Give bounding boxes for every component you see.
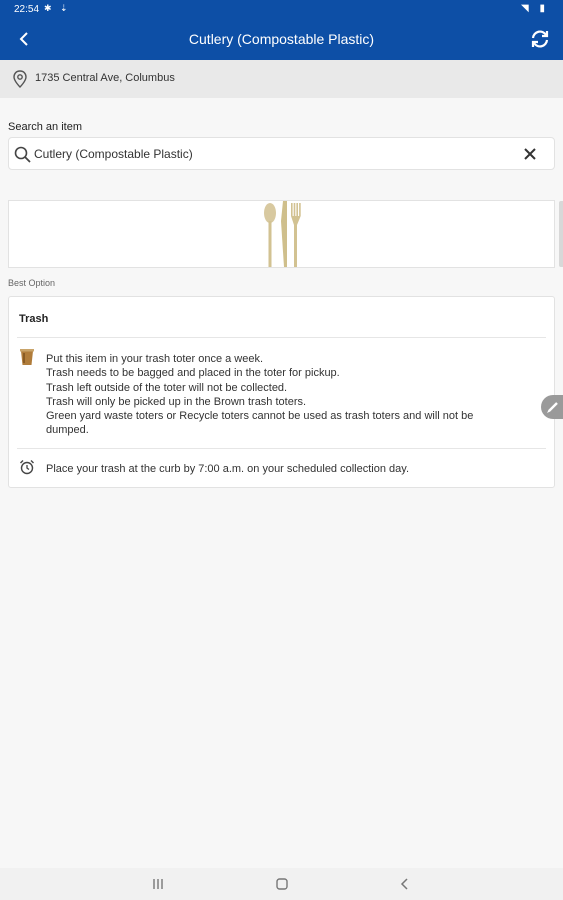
back-arrow-icon bbox=[19, 32, 28, 46]
close-icon[interactable] bbox=[520, 144, 540, 164]
instructions-text: Put this item in your trash toter once a… bbox=[46, 352, 546, 438]
side-tab[interactable] bbox=[559, 201, 563, 267]
disposal-card: Trash Put this item in your trash toter … bbox=[8, 296, 555, 488]
search-label: Search an item bbox=[8, 121, 82, 133]
instruction-line: dumped. bbox=[46, 424, 89, 437]
location-pin-icon bbox=[13, 70, 27, 88]
divider bbox=[17, 337, 546, 338]
cutlery-image bbox=[264, 201, 301, 267]
search-icon bbox=[14, 146, 31, 163]
recent-apps-icon[interactable] bbox=[150, 876, 166, 892]
app-bar: Cutlery (Compostable Plastic) bbox=[0, 20, 563, 60]
search-field bbox=[8, 137, 555, 170]
location-bar[interactable]: 1735 Central Ave, Columbus bbox=[0, 60, 563, 98]
status-time: 22:54 bbox=[14, 4, 40, 15]
refresh-icon bbox=[531, 30, 549, 48]
alarm-clock-icon bbox=[20, 460, 34, 475]
timing-text: Place your trash at the curb by 7:00 a.m… bbox=[46, 463, 409, 475]
address-text: 1735 Central Ave, Columbus bbox=[35, 72, 175, 84]
status-bar: 22:54 ✱ ⇣ ◥ ▮ bbox=[0, 0, 563, 20]
instruction-line: Green yard waste toters or Recycle toter… bbox=[46, 410, 474, 423]
back-button[interactable] bbox=[14, 28, 36, 50]
nav-back-icon[interactable] bbox=[397, 876, 413, 892]
instruction-line: Trash will only be picked up in the Brow… bbox=[46, 395, 307, 408]
instruction-line: Trash needs to be bagged and placed in t… bbox=[46, 367, 340, 380]
card-title: Trash bbox=[19, 313, 49, 325]
system-icons: ◥ ▮ bbox=[521, 3, 549, 14]
home-icon[interactable] bbox=[274, 876, 290, 892]
search-input[interactable] bbox=[34, 144, 514, 164]
edit-button[interactable] bbox=[541, 395, 563, 419]
instruction-line: Put this item in your trash toter once a… bbox=[46, 353, 264, 365]
best-option-label: Best Option bbox=[8, 278, 56, 288]
item-image bbox=[8, 200, 555, 268]
divider bbox=[17, 448, 546, 449]
notification-icons: ✱ ⇣ bbox=[44, 3, 71, 13]
pencil-icon bbox=[547, 402, 558, 413]
refresh-button[interactable] bbox=[529, 28, 551, 50]
page-title: Cutlery (Compostable Plastic) bbox=[188, 31, 375, 47]
instruction-line: Trash left outside of the toter will not… bbox=[46, 381, 288, 394]
system-nav-bar bbox=[0, 868, 563, 900]
trash-bin-icon bbox=[20, 349, 34, 365]
